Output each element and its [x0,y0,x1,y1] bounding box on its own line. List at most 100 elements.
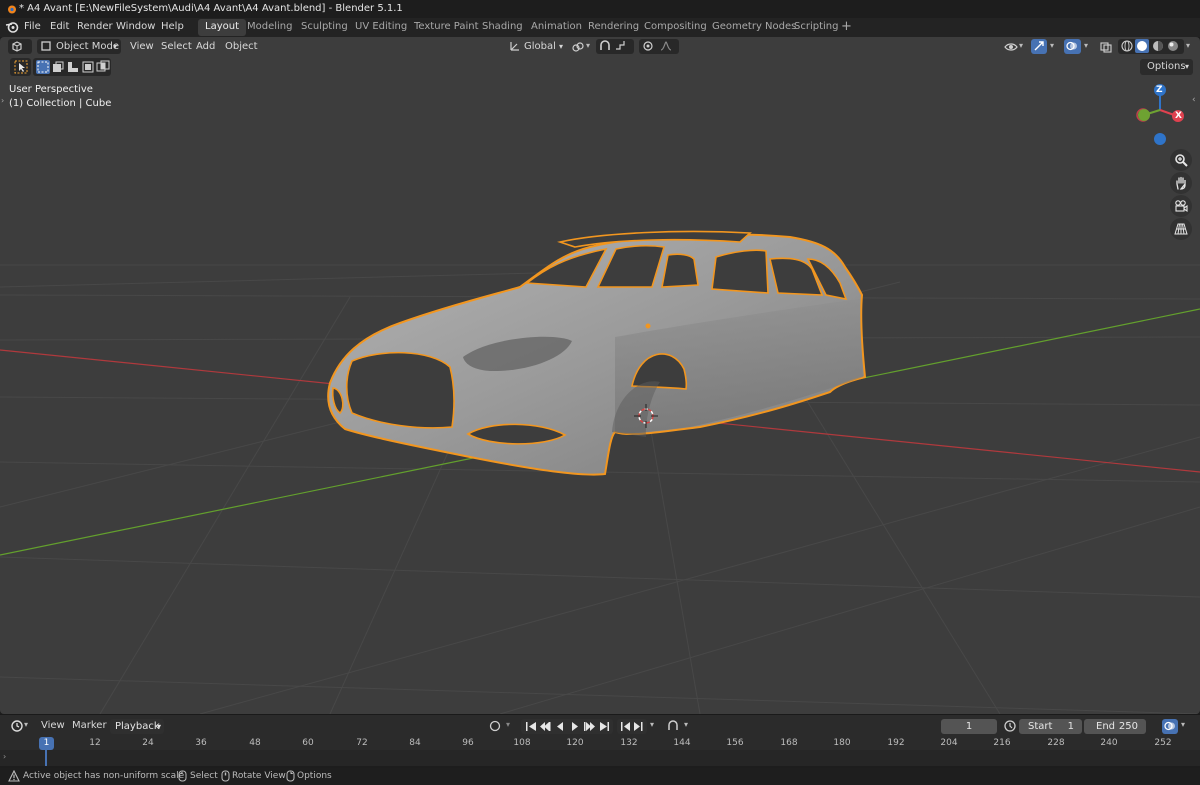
menu-view[interactable]: View [130,41,154,52]
menu-render[interactable]: Render [77,21,113,32]
mouse-left-icon [178,770,187,782]
overlays-toggle[interactable] [1064,39,1081,54]
active-tool-box[interactable] [10,58,31,76]
chevron-down-icon[interactable]: ▾ [1050,41,1054,50]
rendered-shading-icon [1168,41,1178,51]
timeline-ruler[interactable]: 12 24 36 48 60 72 84 96 108 120 132 144 … [0,736,1200,750]
title-bar: * A4 Avant [E:\NewFileSystem\Audi\A4 Ava… [0,0,1200,18]
chevron-down-icon[interactable]: ▾ [586,41,590,50]
xray-icon[interactable] [1099,40,1113,54]
camera-view-button[interactable] [1170,195,1192,217]
ruler-tick-label: 252 [1154,738,1172,748]
ruler-tick-label: 120 [566,738,584,748]
playback-label: Playback [115,721,160,732]
pan-button[interactable] [1170,172,1192,194]
editor-type-button[interactable] [8,39,32,54]
select-tool-icon [14,60,28,74]
playhead-line[interactable] [45,750,47,766]
proportional-editing-group[interactable] [639,39,679,54]
timeline-overlay-toggle[interactable] [1162,719,1178,734]
status-rotate-view: Rotate View [232,771,286,781]
select-extend-icon [53,61,64,72]
chevron-down-icon[interactable]: ▾ [1181,720,1185,729]
select-intersect-icon [96,60,110,72]
auto-keying-icon[interactable] [488,719,502,733]
3d-viewport[interactable] [0,37,1200,714]
ruler-tick-label: 48 [249,738,261,748]
visibility-icon[interactable] [1004,40,1018,54]
tab-shading[interactable]: Shading [475,19,530,36]
timeline-editor-icon[interactable] [10,719,24,733]
menu-edit[interactable]: Edit [50,21,69,32]
playback-controls[interactable] [521,719,613,734]
mode-dropdown[interactable]: Object Mode ▾ [37,39,121,54]
shading-mode-group[interactable] [1118,39,1184,54]
blender-logo-icon[interactable] [5,20,19,34]
menu-window[interactable]: Window [116,21,155,32]
selection-mode-group[interactable] [33,58,111,76]
tab-modeling[interactable]: Modeling [240,19,300,36]
keyframe-jump-icon [621,722,643,731]
tab-sculpting[interactable]: Sculpting [294,19,355,36]
end-frame-field[interactable]: End 250 [1084,719,1146,734]
ruler-tick-label: 72 [356,738,368,748]
snap-timeline-icon[interactable] [666,719,680,733]
start-frame-field[interactable]: Start 1 [1019,719,1082,734]
tab-uv-editing[interactable]: UV Editing [348,19,414,36]
keyframe-jump-controls[interactable] [617,719,647,734]
menu-add[interactable]: Add [196,41,215,52]
gizmo-icon [1034,41,1044,51]
timeline-menu-marker[interactable]: Marker [72,720,107,731]
pivot-point-icon[interactable] [571,40,585,54]
tab-texture-paint[interactable]: Texture Paint [407,19,486,36]
menu-file[interactable]: File [24,21,41,32]
ruler-tick-label: 60 [302,738,314,748]
ruler-tick-label: 84 [409,738,421,748]
zoom-button[interactable] [1170,149,1192,171]
mouse-right-icon [286,770,295,782]
chevron-down-icon[interactable]: ▾ [650,720,654,729]
perspective-label: User Perspective [9,84,93,95]
status-options: Options [297,771,332,781]
chevron-down-icon[interactable]: ▾ [506,720,510,729]
toolbar-expand-icon[interactable]: › [1,96,4,105]
chevron-down-icon[interactable]: ▾ [1019,41,1023,50]
timeline-menu-view[interactable]: View [41,720,65,731]
snap-icon [600,40,610,50]
current-frame-field[interactable]: 1 [941,719,997,734]
channel-expand-icon[interactable]: › [3,752,6,761]
chevron-down-icon[interactable]: ▾ [684,720,688,729]
overlays-icon [1066,41,1077,51]
chevron-down-icon[interactable]: ▾ [1084,41,1088,50]
chevron-down-icon[interactable]: ▾ [1186,41,1190,50]
add-workspace-button[interactable]: + [841,19,852,34]
ruler-tick-label: 192 [887,738,905,748]
menu-select[interactable]: Select [161,41,192,52]
transform-orientation-dropdown[interactable]: Global ▾ [507,39,565,54]
options-dropdown[interactable]: Options ▾ [1140,59,1193,75]
options-label: Options [1147,61,1186,72]
mode-label: Object Mode [56,41,119,52]
chevron-down-icon: ▾ [1184,62,1189,71]
camera-icon [1175,200,1188,213]
snapping-group[interactable] [596,39,634,54]
playhead-frame-indicator[interactable]: 1 [39,737,54,750]
menu-help[interactable]: Help [161,21,184,32]
timeline-track[interactable]: › [0,750,1200,766]
ruler-tick-label: 132 [620,738,638,748]
chevron-down-icon[interactable]: ▾ [24,720,28,729]
tab-animation[interactable]: Animation [524,19,589,36]
preview-range-icon[interactable] [1003,719,1017,733]
start-value: 1 [1067,721,1074,732]
playback-dropdown[interactable]: Playback ▾ [110,719,164,734]
tab-layout[interactable]: Layout [198,19,246,36]
snap-increment-icon [616,41,625,50]
warning-icon [8,770,20,782]
menu-object[interactable]: Object [225,41,258,52]
tab-compositing[interactable]: Compositing [637,19,714,36]
gizmo-z-label: Z [1156,85,1163,95]
tab-scripting[interactable]: Scripting [787,19,845,36]
projection-toggle-button[interactable] [1170,218,1192,240]
sidebar-expand-icon[interactable]: ‹ [1192,95,1196,105]
gizmo-toggle[interactable] [1031,39,1047,54]
